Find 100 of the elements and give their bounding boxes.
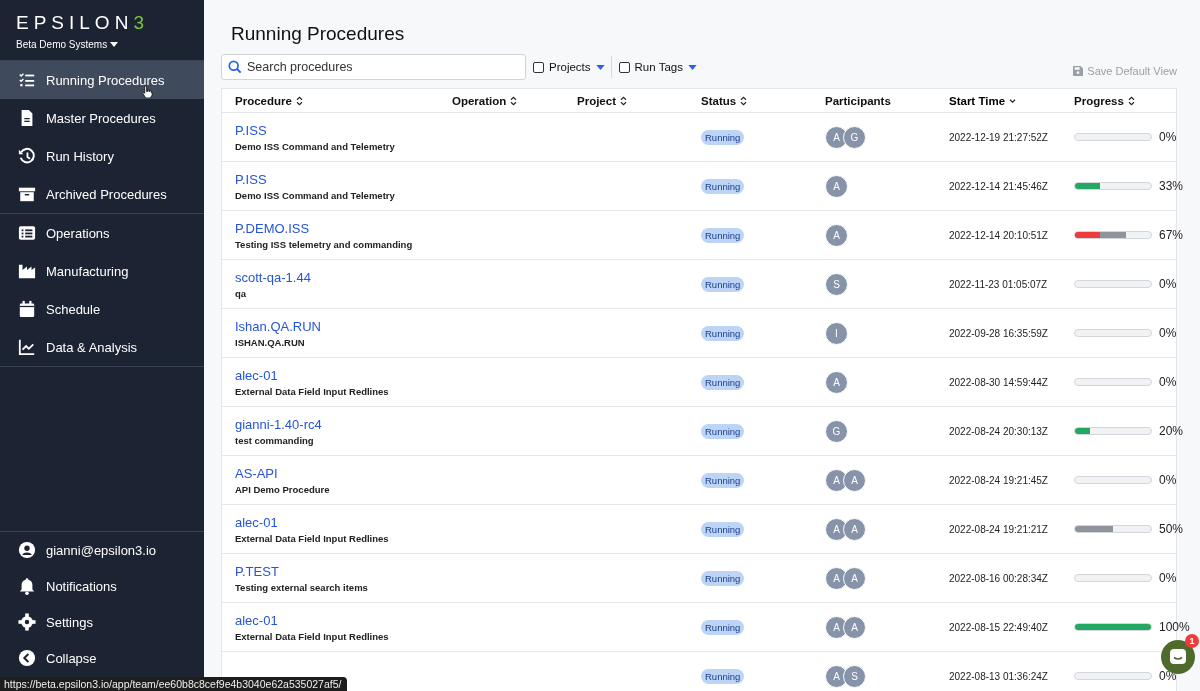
procedure-description: API Demo Procedure: [235, 483, 330, 495]
progress-percent: 20%: [1159, 424, 1184, 438]
progress-percent: 50%: [1159, 522, 1184, 536]
procedure-link[interactable]: alec-01: [235, 612, 278, 628]
procedure-description: test commanding: [235, 434, 314, 446]
participant-avatar: A: [825, 468, 848, 492]
column-header[interactable]: Progress: [1074, 94, 1135, 107]
nav-item[interactable]: Data & Analysis: [0, 328, 204, 366]
procedure-link[interactable]: scott-qa-1.44: [235, 269, 311, 285]
settings-icon: [18, 613, 36, 631]
search-field[interactable]: Search procedures: [221, 54, 526, 80]
participant-avatar: G: [825, 419, 848, 443]
procedure-description: Demo ISS Command and Telemetry: [235, 189, 395, 201]
filter-label[interactable]: Projects: [549, 61, 591, 73]
caret-icon[interactable]: [595, 64, 605, 70]
caret-icon: [110, 42, 119, 47]
participant-avatar: A: [843, 517, 866, 541]
procedure-description: External Data Field Input Redlines: [235, 630, 389, 642]
status-badge: Running: [701, 668, 745, 684]
start-time: 2022-08-15 22:49:40Z: [949, 621, 1048, 633]
nav-item[interactable]: Notifications: [0, 568, 204, 604]
checkbox[interactable]: [533, 61, 544, 73]
participant-avatar: A: [825, 615, 848, 639]
nav-item[interactable]: Manufacturing: [0, 252, 204, 290]
participant-avatar: A: [825, 370, 848, 394]
workspace-dropdown[interactable]: Beta Demo Systems: [16, 39, 119, 50]
procedure-description: Testing external search items: [235, 581, 368, 593]
procedure-description: ISHAN.QA.RUN: [235, 336, 305, 348]
column-header[interactable]: Project: [577, 94, 627, 107]
list-check-icon: [18, 71, 36, 89]
factory-icon: [18, 262, 36, 280]
chevron-left-icon: [18, 649, 36, 667]
column-header[interactable]: Status: [701, 94, 748, 107]
procedure-link[interactable]: P.TEST: [235, 563, 279, 579]
participant-avatar: A: [843, 468, 866, 492]
column-header[interactable]: Operation: [452, 94, 518, 107]
nav-item[interactable]: Run History: [0, 137, 204, 175]
status-badge: Running: [701, 276, 745, 292]
column-header[interactable]: Start Time: [949, 94, 1017, 107]
status-badge: Running: [701, 129, 745, 145]
participant-avatar: G: [843, 125, 866, 149]
status-badge: Running: [701, 619, 745, 635]
start-time: 2022-12-14 21:45:46Z: [949, 180, 1048, 192]
start-time: 2022-08-24 19:21:21Z: [949, 523, 1048, 535]
sort-icon[interactable]: [1127, 95, 1135, 106]
status-badge: Running: [701, 423, 745, 439]
progress-percent: 0%: [1159, 277, 1177, 291]
cursor-icon: [142, 85, 153, 98]
sort-icon[interactable]: [295, 95, 303, 106]
procedure-link[interactable]: alec-01: [235, 514, 278, 530]
participant-avatar: A: [825, 223, 848, 247]
nav-item[interactable]: Schedule: [0, 290, 204, 328]
procedure-link[interactable]: Ishan.QA.RUN: [235, 318, 321, 334]
procedure-link[interactable]: P.ISS: [235, 122, 267, 138]
start-time: 2022-08-30 14:59:44Z: [949, 376, 1048, 388]
search-icon: [228, 60, 242, 74]
history-icon: [18, 147, 36, 165]
progress-percent: 0%: [1159, 375, 1177, 389]
participant-avatar: A: [825, 174, 848, 198]
column-header[interactable]: Procedure: [235, 94, 303, 107]
participant-avatar: I: [825, 321, 848, 345]
status-badge: Running: [701, 472, 745, 488]
participant-avatar: S: [843, 664, 866, 688]
status-badge: Running: [701, 178, 745, 194]
procedure-description: External Data Field Input Redlines: [235, 532, 389, 544]
nav-item[interactable]: Master Procedures: [0, 99, 204, 137]
start-time: 2022-12-14 20:10:51Z: [949, 229, 1048, 241]
procedure-description: External Data Field Input Redlines: [235, 385, 389, 397]
link-preview-tooltip: https://beta.epsilon3.io/app/team/ee60b8c8cef9e4b3040e62a535027af5/: [0, 677, 348, 691]
nav-item[interactable]: Collapse: [0, 640, 204, 676]
progress-percent: 67%: [1159, 228, 1184, 242]
procedure-link[interactable]: alec-01: [235, 367, 278, 383]
sort-icon[interactable]: [510, 95, 518, 106]
page-title: Running Procedures: [231, 22, 406, 46]
participant-avatar: A: [825, 566, 848, 590]
procedure-link[interactable]: AS-API: [235, 465, 278, 481]
nav-item[interactable]: Running Procedures: [0, 61, 204, 99]
nav-item[interactable]: Archived Procedures: [0, 175, 204, 213]
progress-percent: 33%: [1159, 179, 1184, 193]
participant-avatar: A: [825, 517, 848, 541]
nav-item[interactable]: gianni@epsilon3.io: [0, 532, 204, 568]
sort-icon[interactable]: [740, 95, 748, 106]
progress-percent: 100%: [1159, 620, 1190, 634]
procedure-description: qa: [235, 287, 247, 299]
nav-item[interactable]: Operations: [0, 214, 204, 252]
filter-label[interactable]: Run Tags: [634, 61, 683, 73]
procedure-link[interactable]: P.ISS: [235, 171, 267, 187]
column-header[interactable]: Participants: [825, 94, 891, 107]
caret-icon[interactable]: [687, 64, 697, 70]
calendar-icon: [18, 300, 36, 318]
user-icon: [18, 541, 36, 559]
checkbox[interactable]: [618, 61, 630, 73]
progress-percent: 0%: [1159, 326, 1177, 340]
progress-percent: 0%: [1159, 130, 1177, 144]
procedure-link[interactable]: P.DEMO.ISS: [235, 220, 310, 236]
progress-percent: 0%: [1159, 473, 1177, 487]
participant-avatar: A: [825, 125, 848, 149]
nav-item[interactable]: Settings: [0, 604, 204, 640]
sort-icon[interactable]: [620, 95, 627, 106]
procedure-link[interactable]: gianni-1.40-rc4: [235, 416, 322, 432]
